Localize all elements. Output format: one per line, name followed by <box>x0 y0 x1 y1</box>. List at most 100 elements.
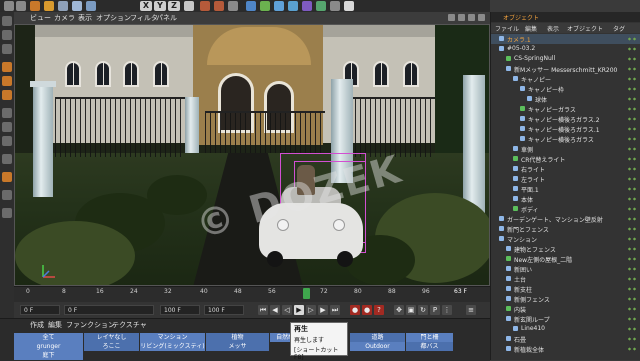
material-layer-all[interactable]: 全て <box>14 333 84 342</box>
go-to-start-icon[interactable]: ⏮ <box>258 305 268 315</box>
object-tree-row[interactable]: キャノピー横後ろガラス <box>491 134 640 144</box>
visibility-dots-icon[interactable] <box>627 77 637 81</box>
current-frame-marker[interactable] <box>303 288 310 299</box>
visibility-dots-icon[interactable] <box>627 337 637 341</box>
tweak-mode-icon[interactable] <box>2 122 12 132</box>
object-tree-row[interactable]: キャノピー横後ろガラス.2 <box>491 114 640 124</box>
menu-camera[interactable]: カメラ <box>54 13 75 23</box>
visibility-dots-icon[interactable] <box>627 317 637 321</box>
axis-y-button[interactable]: Y <box>154 1 166 11</box>
menu-display[interactable]: 表示 <box>78 13 92 23</box>
menu-edit[interactable]: 編集 <box>48 320 62 330</box>
nurbs-icon[interactable] <box>274 1 284 11</box>
object-tree-row[interactable]: ボディ <box>491 204 640 214</box>
visibility-dots-icon[interactable] <box>627 47 637 51</box>
visibility-dots-icon[interactable] <box>627 187 637 191</box>
object-tree-row[interactable]: 新囲い <box>491 264 640 274</box>
end-frame-field[interactable]: 100 F <box>204 305 244 315</box>
material-layer-mansion[interactable]: マンション <box>140 333 206 342</box>
texture-mode-icon[interactable] <box>2 44 12 54</box>
spline-pen-icon[interactable] <box>260 1 270 11</box>
object-tree-row[interactable]: 土台 <box>491 274 640 284</box>
object-tree-row[interactable]: マンション <box>491 234 640 244</box>
start-frame-field[interactable]: 0 F <box>20 305 60 315</box>
material-layer-plants[interactable]: 植物 <box>206 333 270 342</box>
object-tree-row[interactable]: 石畳 <box>491 334 640 344</box>
visibility-dots-icon[interactable] <box>627 137 637 141</box>
material-layer-bus[interactable]: 都バス <box>406 342 454 351</box>
maximize-view-icon[interactable] <box>478 14 485 21</box>
cube-icon[interactable] <box>246 1 256 11</box>
timeline-ruler[interactable]: 0 8 16 24 32 40 48 56 72 80 88 96 63 F <box>14 286 490 303</box>
coordinate-system-icon[interactable] <box>184 1 194 11</box>
visibility-dots-icon[interactable] <box>627 197 637 201</box>
material-layer-outdoor[interactable]: Outdoor <box>350 342 406 351</box>
menu-view[interactable]: ビュー <box>30 13 51 23</box>
object-tree-row[interactable]: カメラ.1 <box>491 34 640 44</box>
visibility-dots-icon[interactable] <box>627 307 637 311</box>
floor-icon[interactable] <box>316 1 326 11</box>
object-tree-row[interactable]: 右ライト <box>491 164 640 174</box>
edges-mode-icon[interactable] <box>2 76 12 86</box>
menu-function[interactable]: ファンクション <box>66 320 115 330</box>
render-view-icon[interactable] <box>200 1 210 11</box>
visibility-dots-icon[interactable] <box>627 267 637 271</box>
keyframe-selection-icon[interactable]: ? <box>374 305 384 315</box>
visibility-dots-icon[interactable] <box>627 237 637 241</box>
render-picture-viewer-icon[interactable] <box>214 1 224 11</box>
parameter-key-icon[interactable]: P <box>430 305 440 315</box>
solo-icon[interactable] <box>2 136 12 146</box>
material-layer-rococo[interactable]: ろここ <box>84 342 140 351</box>
visibility-dots-icon[interactable] <box>627 167 637 171</box>
play-forward-icon[interactable]: ▶ <box>294 305 304 315</box>
object-tree[interactable]: カメラ.1 #05-03.2 CS-SpringNull 新Mメッサー Messers… <box>491 34 640 360</box>
object-tree-row[interactable]: 新側フェンス <box>491 294 640 304</box>
material-layer-grunger[interactable]: grunger <box>14 342 84 351</box>
object-tree-row[interactable]: キャノピー横後ろガラス.1 <box>491 124 640 134</box>
object-tree-row[interactable]: キャノピー <box>491 74 640 84</box>
visibility-dots-icon[interactable] <box>627 37 637 41</box>
visibility-dots-icon[interactable] <box>627 157 637 161</box>
object-tree-row[interactable]: キャノピーガラス <box>491 104 640 114</box>
recent-tool-icon[interactable] <box>86 1 96 11</box>
undo-icon[interactable] <box>4 1 14 11</box>
deformer-icon[interactable] <box>302 1 312 11</box>
next-frame-icon[interactable]: ▷ <box>306 305 316 315</box>
make-editable-icon[interactable] <box>2 16 12 26</box>
preview-start-field[interactable]: 0 F <box>64 305 154 315</box>
visibility-dots-icon[interactable] <box>627 247 637 251</box>
material-layer-messer[interactable]: メッサ <box>206 342 270 351</box>
array-icon[interactable] <box>288 1 298 11</box>
object-tree-row[interactable]: 新門とフェンス <box>491 224 640 234</box>
visibility-dots-icon[interactable] <box>627 97 637 101</box>
object-tree-row[interactable]: 建物とフェンス <box>491 244 640 254</box>
object-tree-row[interactable]: 新Mメッサー Messerschmitt_KR200 <box>491 64 640 74</box>
rotation-key-icon[interactable]: ↻ <box>418 305 428 315</box>
material-layer-road[interactable]: 道路 <box>350 333 406 342</box>
visibility-dots-icon[interactable] <box>627 207 637 211</box>
visibility-dots-icon[interactable] <box>627 227 637 231</box>
model-mode-icon[interactable] <box>2 30 12 40</box>
visibility-dots-icon[interactable] <box>627 177 637 181</box>
object-tree-row[interactable]: 内装 <box>491 304 640 314</box>
axis-mode-icon[interactable] <box>2 108 12 118</box>
point-level-key-icon[interactable]: ⋮ <box>442 305 452 315</box>
scale-key-icon[interactable]: ▣ <box>406 305 416 315</box>
axis-z-button[interactable]: Z <box>168 1 180 11</box>
visibility-dots-icon[interactable] <box>627 67 637 71</box>
zoom-view-icon[interactable] <box>458 14 465 21</box>
next-key-icon[interactable]: ▶ <box>318 305 328 315</box>
workplane-icon[interactable] <box>2 172 12 182</box>
points-mode-icon[interactable] <box>2 62 12 72</box>
visibility-dots-icon[interactable] <box>627 127 637 131</box>
om-menu-file[interactable]: ファイル <box>495 24 519 33</box>
menu-filter[interactable]: フィルタ <box>130 13 158 23</box>
material-layer-living[interactable]: リビング(ミックスティ) <box>140 342 206 351</box>
object-tree-row[interactable]: #05-03.2 <box>491 44 640 54</box>
lock-workplane-icon[interactable] <box>2 208 12 218</box>
visibility-dots-icon[interactable] <box>627 147 637 151</box>
visibility-dots-icon[interactable] <box>627 87 637 91</box>
scale-icon[interactable] <box>58 1 68 11</box>
om-menu-view[interactable]: 表示 <box>547 24 559 33</box>
visibility-dots-icon[interactable] <box>627 117 637 121</box>
